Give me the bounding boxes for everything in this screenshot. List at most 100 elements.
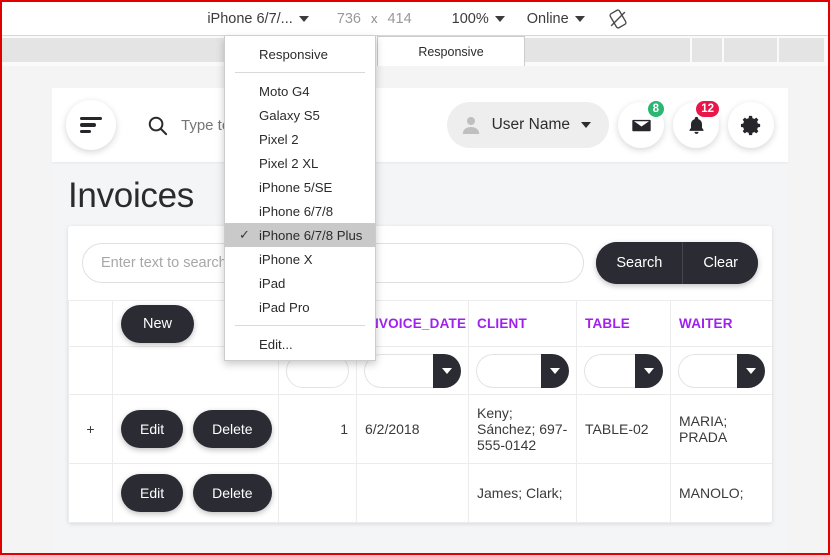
delete-button[interactable]: Delete bbox=[193, 474, 272, 512]
dropdown-item-iphone-5-se[interactable]: iPhone 5/SE bbox=[225, 175, 375, 199]
dropdown-item-pixel-2-xl[interactable]: Pixel 2 XL bbox=[225, 151, 375, 175]
messages-button[interactable]: 8 bbox=[618, 99, 666, 148]
delete-button[interactable]: Delete bbox=[193, 410, 272, 448]
ruler-segment[interactable] bbox=[724, 38, 779, 62]
dropdown-separator bbox=[235, 72, 365, 73]
dropdown-item-label: Responsive bbox=[259, 46, 328, 62]
chevron-down-icon bbox=[644, 367, 654, 374]
user-name-label: User Name bbox=[491, 116, 570, 133]
table-row[interactable]: + Edit Delete 1 6/2/2018 Keny; Sánchez; … bbox=[68, 394, 772, 464]
ruler-segment[interactable] bbox=[779, 38, 826, 62]
clear-button[interactable]: Clear bbox=[682, 242, 758, 284]
dropdown-item-label: iPhone X bbox=[259, 251, 313, 267]
cell-client: Keny; Sánchez; 697-555-0142 bbox=[468, 394, 577, 464]
dropdown-item-moto-g4[interactable]: Moto G4 bbox=[225, 79, 375, 103]
zoom-select[interactable]: 100% bbox=[446, 7, 511, 31]
app-header: User Name 8 12 bbox=[52, 88, 788, 162]
cell-id: 1 bbox=[278, 394, 357, 464]
dropdown-item-iphone-6-7-8[interactable]: iPhone 6/7/8 bbox=[225, 199, 375, 223]
device-select-label: iPhone 6/7/... bbox=[207, 10, 293, 27]
filter-text-waiter[interactable] bbox=[678, 353, 737, 388]
rotate-device-icon[interactable] bbox=[607, 8, 629, 30]
throttling-select-label: Online bbox=[526, 10, 569, 27]
cell-invoice-date bbox=[356, 463, 469, 523]
envelope-icon bbox=[631, 119, 651, 131]
column-header-client[interactable]: CLIENT bbox=[468, 300, 577, 347]
filter-text-table[interactable] bbox=[584, 353, 635, 388]
dropdown-item-pixel-2[interactable]: Pixel 2 bbox=[225, 127, 375, 151]
filter-input-client[interactable] bbox=[476, 353, 569, 388]
cell-invoice-date: 6/2/2018 bbox=[356, 394, 469, 464]
invoices-grid: New INVOICE_DATE CLIENT TABLE WAITER + E… bbox=[68, 300, 772, 523]
grid-toolbar-spacer bbox=[68, 300, 113, 347]
notifications-button[interactable]: 12 bbox=[673, 99, 721, 148]
filter-spacer-expand bbox=[68, 346, 113, 395]
device-select[interactable]: iPhone 6/7/... bbox=[201, 7, 314, 31]
dropdown-item-label: iPad bbox=[259, 275, 286, 291]
ruler-segment[interactable] bbox=[692, 38, 724, 62]
viewport-height-input[interactable]: 414 bbox=[387, 11, 411, 27]
edit-button[interactable]: Edit bbox=[121, 474, 184, 512]
chevron-down-icon bbox=[550, 367, 560, 374]
cell-table: TABLE-02 bbox=[576, 394, 671, 464]
emulation-canvas: User Name 8 12 bbox=[2, 66, 828, 553]
menu-toggle-button[interactable] bbox=[66, 100, 116, 150]
dropdown-item-label: Galaxy S5 bbox=[259, 107, 320, 123]
throttling-select[interactable]: Online bbox=[521, 7, 591, 31]
expand-row-button[interactable] bbox=[68, 463, 113, 523]
filter-input-table[interactable] bbox=[584, 353, 663, 388]
zoom-select-label: 100% bbox=[451, 10, 489, 27]
chevron-down-icon bbox=[298, 15, 309, 22]
grid-filter-row bbox=[68, 346, 772, 395]
device-viewport: User Name 8 12 bbox=[52, 88, 788, 553]
dropdown-item-ipad-pro[interactable]: iPad Pro bbox=[225, 295, 375, 319]
chevron-down-icon bbox=[746, 367, 756, 374]
grid-toolbar-row: New INVOICE_DATE CLIENT TABLE WAITER bbox=[68, 300, 772, 347]
device-ruler-strip: Responsive bbox=[2, 36, 828, 66]
filter-cell-waiter bbox=[670, 346, 772, 395]
filter-dropdown-client[interactable] bbox=[541, 353, 569, 388]
chevron-down-icon bbox=[581, 122, 591, 128]
gear-icon bbox=[740, 115, 760, 135]
dropdown-item-responsive[interactable]: Responsive bbox=[225, 42, 375, 66]
page-title: Invoices bbox=[68, 176, 194, 215]
dropdown-item-ipad[interactable]: iPad bbox=[225, 271, 375, 295]
messages-badge: 8 bbox=[645, 99, 666, 119]
dropdown-item-label: Moto G4 bbox=[259, 83, 310, 99]
search-button[interactable]: Search bbox=[596, 242, 683, 284]
dropdown-item-label: iPhone 6/7/8 Plus bbox=[259, 227, 363, 243]
expand-row-button[interactable]: + bbox=[68, 394, 113, 464]
device-select-dropdown: Responsive Moto G4 Galaxy S5 Pixel 2 Pixel … bbox=[224, 36, 376, 361]
cell-client: James; Clark; bbox=[468, 463, 577, 523]
ruler-segment[interactable] bbox=[525, 38, 692, 62]
settings-button[interactable] bbox=[728, 102, 774, 148]
viewport-width-input[interactable]: 736 bbox=[337, 11, 361, 27]
user-menu-button[interactable]: User Name bbox=[446, 102, 609, 148]
invoices-card: Enter text to search... Search Clear New… bbox=[68, 226, 772, 523]
new-button[interactable]: New bbox=[121, 304, 195, 343]
column-header-table[interactable]: TABLE bbox=[576, 300, 671, 347]
search-panel: Enter text to search... Search Clear bbox=[68, 226, 772, 300]
filter-input-waiter[interactable] bbox=[678, 353, 765, 388]
filter-cell-table bbox=[576, 346, 671, 395]
filter-text-client[interactable] bbox=[476, 353, 541, 388]
dropdown-item-galaxy-s5[interactable]: Galaxy S5 bbox=[225, 103, 375, 127]
chevron-down-icon bbox=[574, 15, 585, 22]
filter-dropdown-table[interactable] bbox=[635, 353, 663, 388]
ruler-preset-label: Responsive bbox=[418, 44, 484, 59]
dropdown-item-label: iPhone 6/7/8 bbox=[259, 203, 334, 219]
filter-dropdown-waiter[interactable] bbox=[737, 353, 765, 388]
dropdown-item-iphone-6-7-8-plus[interactable]: iPhone 6/7/8 Plus bbox=[225, 223, 375, 247]
device-toolbar: iPhone 6/7/... 736 x 414 100% Online bbox=[2, 2, 828, 36]
dropdown-item-edit[interactable]: Edit... bbox=[225, 332, 375, 356]
column-header-waiter[interactable]: WAITER bbox=[670, 300, 772, 347]
edit-button[interactable]: Edit bbox=[121, 410, 184, 448]
search-icon[interactable] bbox=[146, 114, 169, 137]
table-row[interactable]: Edit Delete James; Clark; MANOLO; bbox=[68, 463, 772, 523]
dropdown-item-iphone-x[interactable]: iPhone X bbox=[225, 247, 375, 271]
dimension-separator: x bbox=[370, 11, 378, 26]
ruler-preset-responsive[interactable]: Responsive bbox=[377, 36, 525, 66]
filter-input-invoice-date[interactable] bbox=[364, 353, 461, 388]
filter-dropdown-invoice-date[interactable] bbox=[433, 353, 461, 388]
cell-waiter: MANOLO; bbox=[670, 463, 772, 523]
